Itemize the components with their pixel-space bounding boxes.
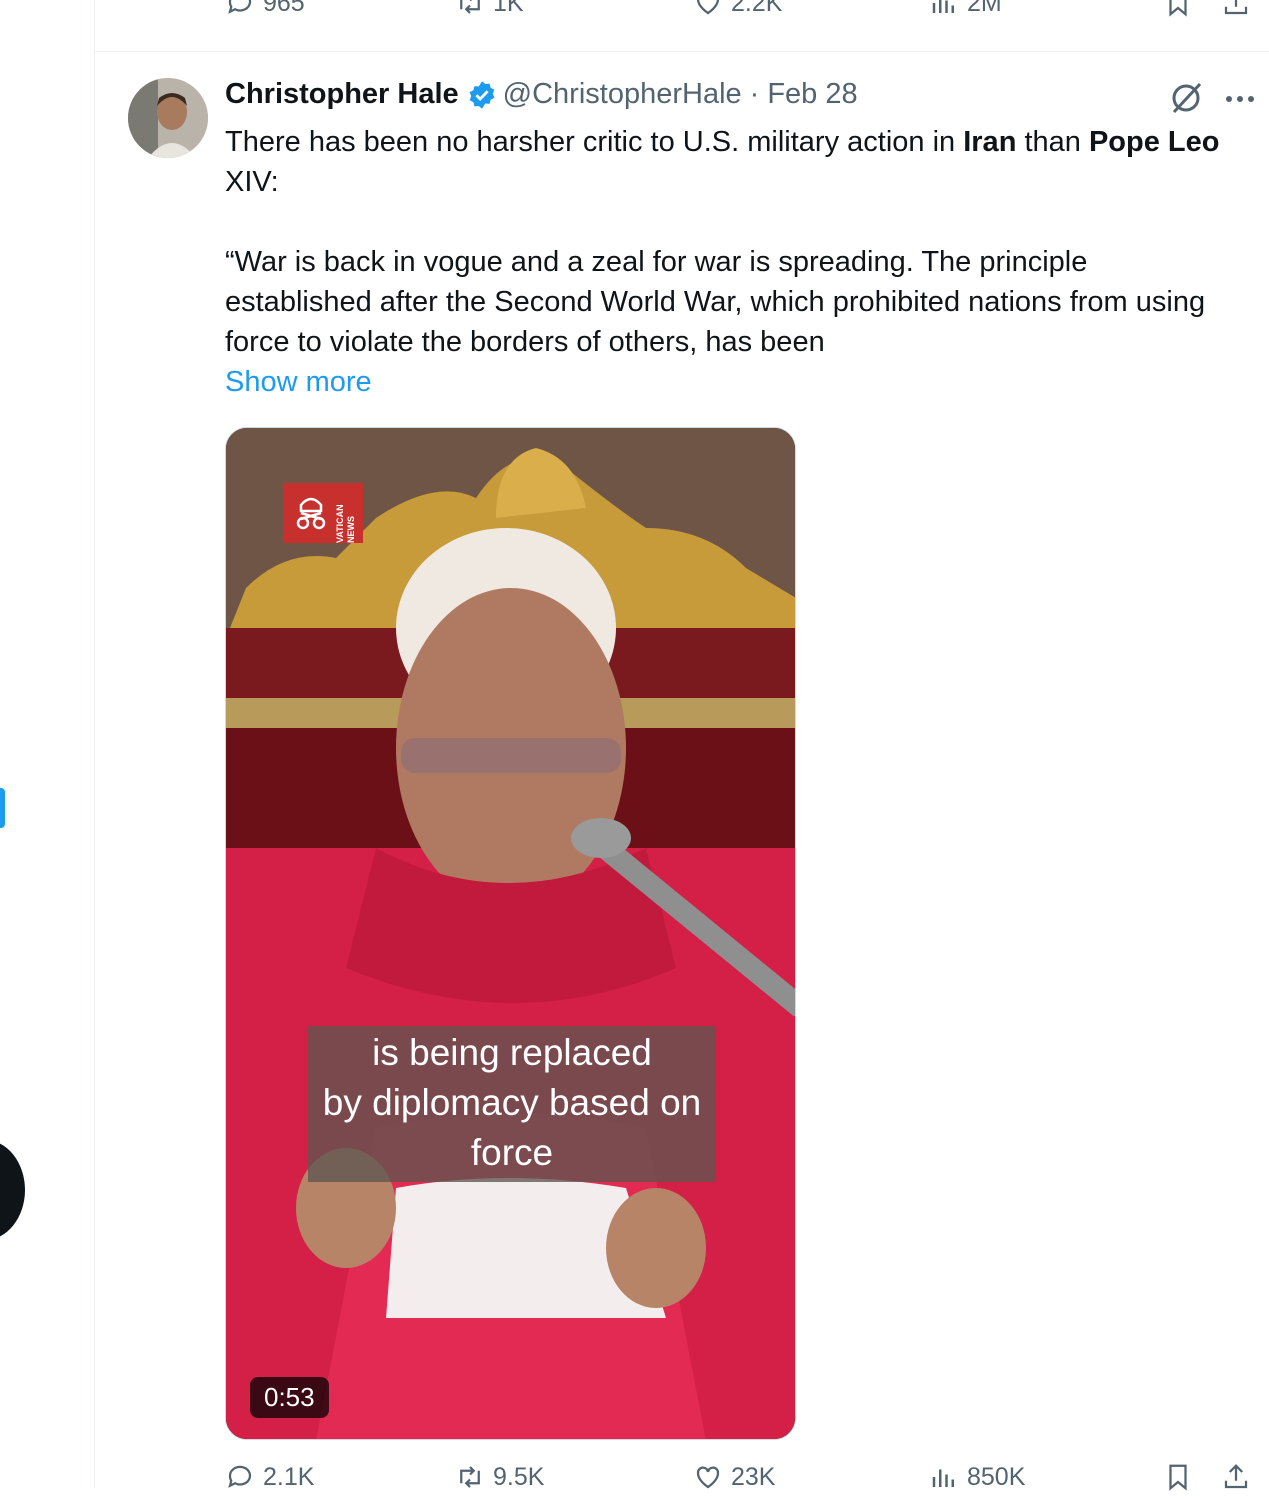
tweet-header: Christopher Hale @ChristopherHale · Feb … [225, 78, 858, 111]
repost-count: 9.5K [493, 1462, 545, 1491]
grok-icon[interactable] [1168, 80, 1204, 116]
tweet-actions: 2.1K 9.5K 23K 850K [225, 1462, 1269, 1502]
text-segment: There has been no harsher critic to U.S.… [225, 126, 964, 158]
author-handle[interactable]: @ChristopherHale [503, 78, 742, 111]
like-button[interactable]: 2.2K [693, 0, 782, 18]
share-icon [1224, 0, 1248, 15]
tweet-intro: There has been no harsher critic to U.S.… [225, 122, 1235, 202]
verified-badge-icon [469, 80, 495, 109]
author-name[interactable]: Christopher Hale [225, 78, 459, 111]
previous-tweet-actions: 965 1K 2.2K 2M [225, 0, 1269, 28]
tweet-text: There has been no harsher critic to U.S.… [225, 122, 1235, 402]
reply-count: 965 [263, 0, 305, 17]
reply-button[interactable]: 965 [225, 0, 305, 18]
video-duration: 0:53 [250, 1377, 329, 1418]
video-caption: is being replaced by diplomacy based on … [308, 1026, 716, 1182]
like-count: 23K [731, 1462, 776, 1491]
header-separator: · [749, 78, 760, 110]
video-frame-image [226, 428, 795, 1439]
avatar[interactable] [128, 78, 208, 158]
repost-count: 1K [493, 0, 524, 17]
text-segment: XIV: [225, 166, 279, 198]
more-options-icon[interactable] [1224, 94, 1256, 104]
text-bold-iran: Iran [963, 126, 1017, 158]
repost-icon [460, 0, 480, 14]
text-segment: than [1016, 126, 1089, 158]
timeline-border [94, 0, 95, 1488]
heart-icon [696, 0, 720, 15]
vatican-crest-icon [296, 497, 326, 530]
views-count: 850K [967, 1462, 1026, 1491]
tweet-quote: “War is back in vogue and a zeal for war… [225, 246, 1206, 358]
share-button[interactable] [1221, 0, 1259, 18]
vatican-news-logo: VATICAN NEWS [283, 483, 363, 543]
avatar-photo-icon [128, 78, 208, 158]
reply-icon [228, 0, 252, 14]
views-count: 2M [967, 0, 1002, 17]
views-button[interactable]: 2M [929, 0, 1002, 18]
reply-count: 2.1K [263, 1462, 315, 1491]
bookmark-icon [1169, 0, 1187, 17]
sidebar-active-indicator [0, 788, 5, 828]
show-more-link[interactable]: Show more [225, 362, 1235, 402]
tweet-date[interactable]: Feb 28 [767, 78, 857, 111]
post-button-edge[interactable] [0, 1140, 25, 1240]
views-icon [932, 0, 954, 13]
vatican-news-label: VATICAN NEWS [335, 504, 356, 543]
video-player[interactable]: VATICAN NEWS is being replaced by diplom… [225, 427, 796, 1440]
repost-button[interactable]: 1K [455, 0, 524, 18]
bookmark-button[interactable] [1163, 0, 1201, 18]
text-bold-pope-leo: Pope Leo [1088, 126, 1220, 158]
like-count: 2.2K [731, 0, 783, 17]
tweet-divider [95, 51, 1269, 52]
